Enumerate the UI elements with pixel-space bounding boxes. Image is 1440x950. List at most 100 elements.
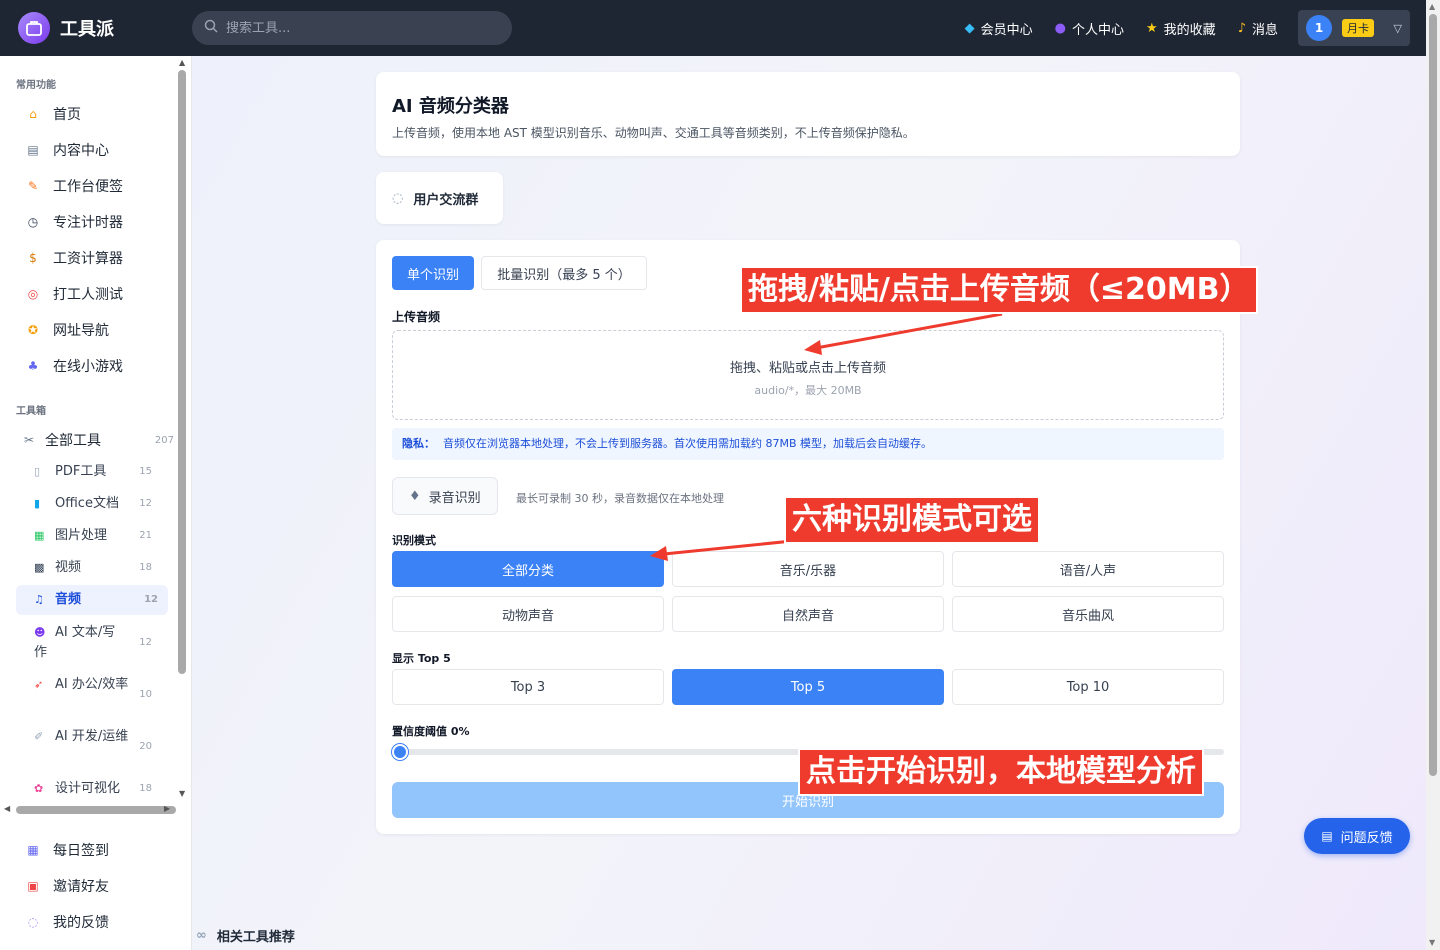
logo-icon [18, 12, 50, 44]
diamond-icon: ◆ [964, 20, 975, 36]
category-label: 图片处理 [55, 528, 108, 543]
sidebar-scrollbar-thumb[interactable] [178, 70, 186, 674]
callout-start: 点击开始识别，本地模型分析 [798, 748, 1204, 796]
feedback-button[interactable]: ▤ 问题反馈 [1304, 818, 1410, 854]
count-badge: 21 [139, 530, 152, 541]
callout-modes: 六种识别模式可选 [784, 496, 1040, 544]
category-ai-text[interactable]: ☻ AI 文本/写作 12 [34, 623, 152, 663]
sidebar-item-all-tools[interactable]: ✂ 全部工具 207 [22, 430, 174, 450]
sidebar-item-feedback[interactable]: ◌ 我的反馈 [26, 912, 176, 932]
search-box[interactable] [192, 11, 512, 45]
sidebar-item-test[interactable]: ◎ 打工人测试 [26, 284, 176, 304]
count-badge: 18 [139, 783, 152, 794]
count-badge: 12 [139, 498, 152, 509]
sidebar-item-nav[interactable]: ✪ 网址导航 [26, 320, 176, 340]
star-icon: ★ [1146, 20, 1158, 36]
search-input[interactable] [226, 20, 486, 36]
sidebar-item-label: 每日签到 [53, 843, 109, 859]
sidebar-item-label: 工作台便签 [53, 179, 123, 195]
gamepad-icon: ♣ [27, 359, 39, 373]
category-design[interactable]: ✿ 设计可视化 18 [34, 779, 162, 799]
nav-label: 个人中心 [1072, 22, 1125, 38]
related-label: 相关工具推荐 [216, 930, 295, 945]
target-icon: ◎ [27, 287, 39, 301]
main-content: AI 音频分类器 上传音频，使用本地 AST 模型识别音乐、动物叫声、交通工具等… [192, 56, 1426, 950]
nav-label: 消息 [1251, 22, 1278, 38]
image-icon: ▦ [34, 529, 45, 542]
home-icon: ⌂ [29, 107, 37, 121]
sidebar-item-checkin[interactable]: ▦ 每日签到 [26, 840, 176, 860]
nav-label: 我的收藏 [1163, 22, 1216, 38]
tools-icon: ✂ [23, 433, 35, 447]
sidebar-item-label: 网址导航 [53, 323, 109, 339]
rocket-icon: ➶ [34, 678, 44, 691]
pdf-icon: ▯ [34, 465, 41, 478]
page-scrollbar[interactable]: ▲ ▼ [1426, 0, 1440, 950]
category-label: 视频 [55, 560, 82, 575]
nav-profile[interactable]: ● 个人中心 [1055, 19, 1124, 38]
sidebar-item-content[interactable]: ▤ 内容中心 [26, 140, 176, 160]
category-label: 音频 [55, 592, 82, 607]
count-badge: 18 [139, 562, 152, 573]
scroll-left-icon[interactable]: ◀ [4, 804, 10, 813]
scroll-up-icon[interactable]: ▲ [1429, 2, 1435, 11]
link-icon: ∞ [196, 928, 207, 943]
logo-text: 工具派 [60, 19, 114, 40]
nav-favorites[interactable]: ★ 我的收藏 [1146, 19, 1216, 38]
document-icon: ▤ [1321, 829, 1333, 843]
clapper-icon: ▩ [34, 561, 45, 574]
sidebar-item-label: 邀请好友 [53, 879, 109, 895]
sidebar-item-label: 专注计时器 [53, 215, 123, 231]
count-badge: 207 [154, 434, 174, 446]
category-office[interactable]: ▮ Office文档 12 [34, 494, 162, 514]
palette-icon: ✿ [34, 782, 44, 795]
count-badge: 15 [139, 466, 152, 477]
category-ai-dev[interactable]: ✐ AI 开发/运维 20 [34, 727, 152, 752]
scroll-up-icon[interactable]: ▲ [179, 58, 185, 67]
user-menu[interactable]: 1 月卡 ▽ [1298, 10, 1410, 46]
sidebar-section-title: 工具箱 [16, 406, 46, 417]
sidebar-item-memo[interactable]: ✎ 工作台便签 [26, 176, 176, 196]
logo[interactable]: 工具派 [18, 12, 192, 44]
category-image[interactable]: ▦ 图片处理 21 [34, 526, 162, 546]
sidebar-item-salary[interactable]: $ 工资计算器 [26, 248, 176, 268]
sidebar-section-title: 常用功能 [16, 80, 56, 91]
scroll-right-icon[interactable]: ▶ [164, 804, 170, 813]
nav-messages[interactable]: ♪ 消息 [1238, 19, 1278, 38]
gift-icon: ▣ [27, 879, 39, 893]
sidebar-item-label: 内容中心 [53, 143, 109, 159]
callout-upload: 拖拽/粘贴/点击上传音频（≤20MB） [740, 266, 1258, 314]
sidebar-item-label: 工资计算器 [53, 251, 123, 267]
sidebar-item-label: 全部工具 [45, 433, 101, 449]
memo-icon: ✎ [27, 179, 39, 193]
sidebar-hscrollbar-thumb[interactable] [16, 806, 176, 814]
category-label: AI 办公/效率 [55, 677, 129, 692]
top-bar: 工具派 ◆ 会员中心 ● 个人中心 ★ 我的收藏 ♪ 消息 1 月卡 ▽ [0, 0, 1426, 56]
category-audio[interactable]: ♫ 音频 12 [16, 585, 168, 615]
timer-icon: ◷ [27, 215, 39, 229]
wrench-icon: ✐ [34, 730, 44, 743]
category-pdf[interactable]: ▯ PDF工具 15 [34, 462, 162, 482]
scroll-down-icon[interactable]: ▼ [1429, 938, 1435, 947]
user-icon: ● [1054, 20, 1066, 36]
scrollbar-thumb[interactable] [1429, 14, 1437, 776]
related-tools-heading: ∞ 相关工具推荐 [196, 926, 295, 945]
sidebar: 常用功能 ⌂ 首页 ▤ 内容中心 ✎ 工作台便签 ◷ 专注计时器 $ 工资计算器 ◎ 打工人… [0, 56, 192, 950]
sidebar-item-timer[interactable]: ◷ 专注计时器 [26, 212, 176, 232]
sidebar-item-label: 打工人测试 [53, 287, 123, 303]
count-badge: 12 [139, 637, 152, 648]
plan-badge: 月卡 [1342, 19, 1374, 37]
sidebar-item-label: 在线小游戏 [53, 359, 123, 375]
calendar-icon: ▦ [27, 843, 39, 857]
speech-bubble-icon: ◌ [27, 915, 39, 929]
sidebar-item-games[interactable]: ♣ 在线小游戏 [26, 356, 176, 376]
search-icon [204, 19, 218, 37]
sidebar-item-home[interactable]: ⌂ 首页 [26, 104, 176, 124]
nav-membership[interactable]: ◆ 会员中心 [965, 19, 1033, 38]
scroll-down-icon[interactable]: ▼ [179, 789, 185, 798]
sidebar-item-invite[interactable]: ▣ 邀请好友 [26, 876, 176, 896]
category-ai-office[interactable]: ➶ AI 办公/效率 10 [34, 675, 152, 700]
sidebar-item-label: 我的反馈 [53, 915, 109, 931]
robot-icon: ☻ [34, 626, 46, 639]
category-video[interactable]: ▩ 视频 18 [34, 558, 162, 578]
